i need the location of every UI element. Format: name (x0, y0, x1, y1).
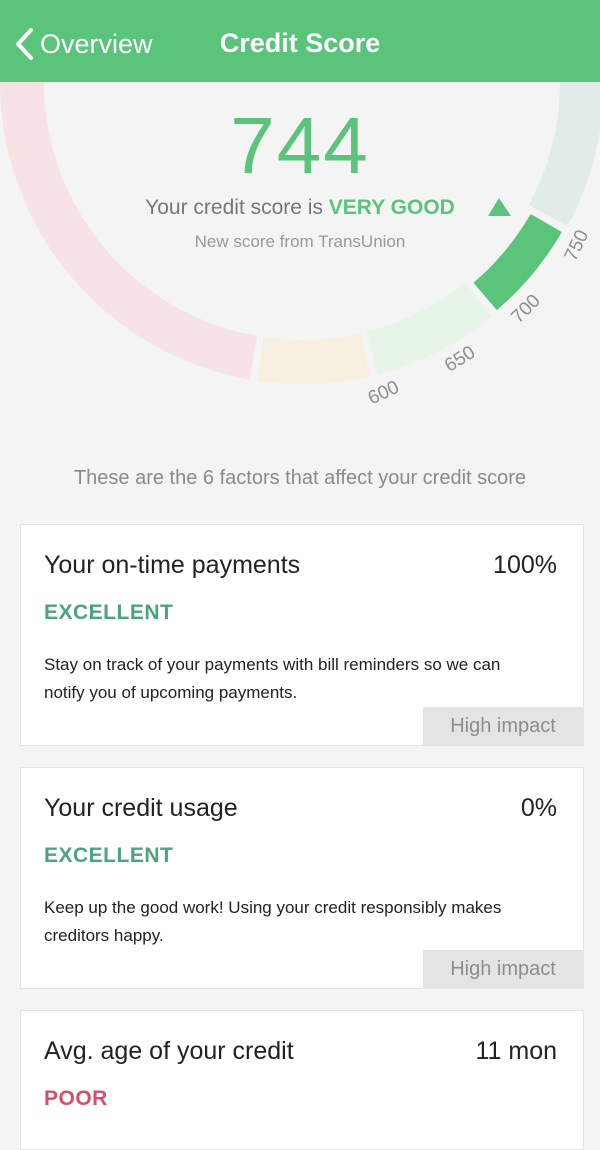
factor-title: Your credit usage (44, 794, 238, 822)
factor-title: Avg. age of your credit (44, 1037, 294, 1065)
page-title: Credit Score (219, 28, 381, 58)
impact-badge: High impact (423, 707, 583, 745)
top-bar: Overview Credit Score (0, 0, 600, 82)
factor-value: 11 mon (475, 1037, 557, 1065)
factor-rating: POOR (44, 1087, 108, 1110)
score-rating: VERY GOOD (328, 196, 455, 219)
gauge-tick-label: 700 (507, 290, 544, 327)
factor-rating: EXCELLENT (44, 601, 174, 624)
factor-title: Your on-time payments (44, 551, 301, 579)
factor-value: 0% (520, 794, 557, 822)
factor-description: Keep up the good work! Using your credit… (44, 898, 502, 945)
factor-card-payments[interactable]: Your on-time payments 100% EXCELLENT Sta… (20, 524, 584, 746)
credit-score-value: 744 (230, 101, 370, 190)
gauge-tick-label: 600 (365, 377, 403, 409)
factor-rating: EXCELLENT (44, 844, 174, 867)
score-source: New score from TransUnion (194, 232, 406, 251)
factors-intro: These are the 6 factors that affect your… (73, 467, 527, 489)
gauge-segment-very-good (473, 214, 562, 311)
factor-description: Stay on track of your payments with bill… (44, 655, 501, 702)
factor-card-credit-age[interactable]: Avg. age of your credit 11 mon POOR (20, 1010, 584, 1150)
factor-value: 100% (493, 551, 557, 579)
gauge-tick-label: 650 (441, 342, 479, 377)
factor-card-usage[interactable]: Your credit usage 0% EXCELLENT Keep up t… (20, 767, 584, 989)
score-rating-prefix: Your credit score is (145, 196, 329, 219)
gauge-segment-fair (257, 333, 370, 384)
score-rating-line: Your credit score is VERY GOOD (0, 196, 600, 220)
impact-badge: High impact (423, 950, 583, 988)
